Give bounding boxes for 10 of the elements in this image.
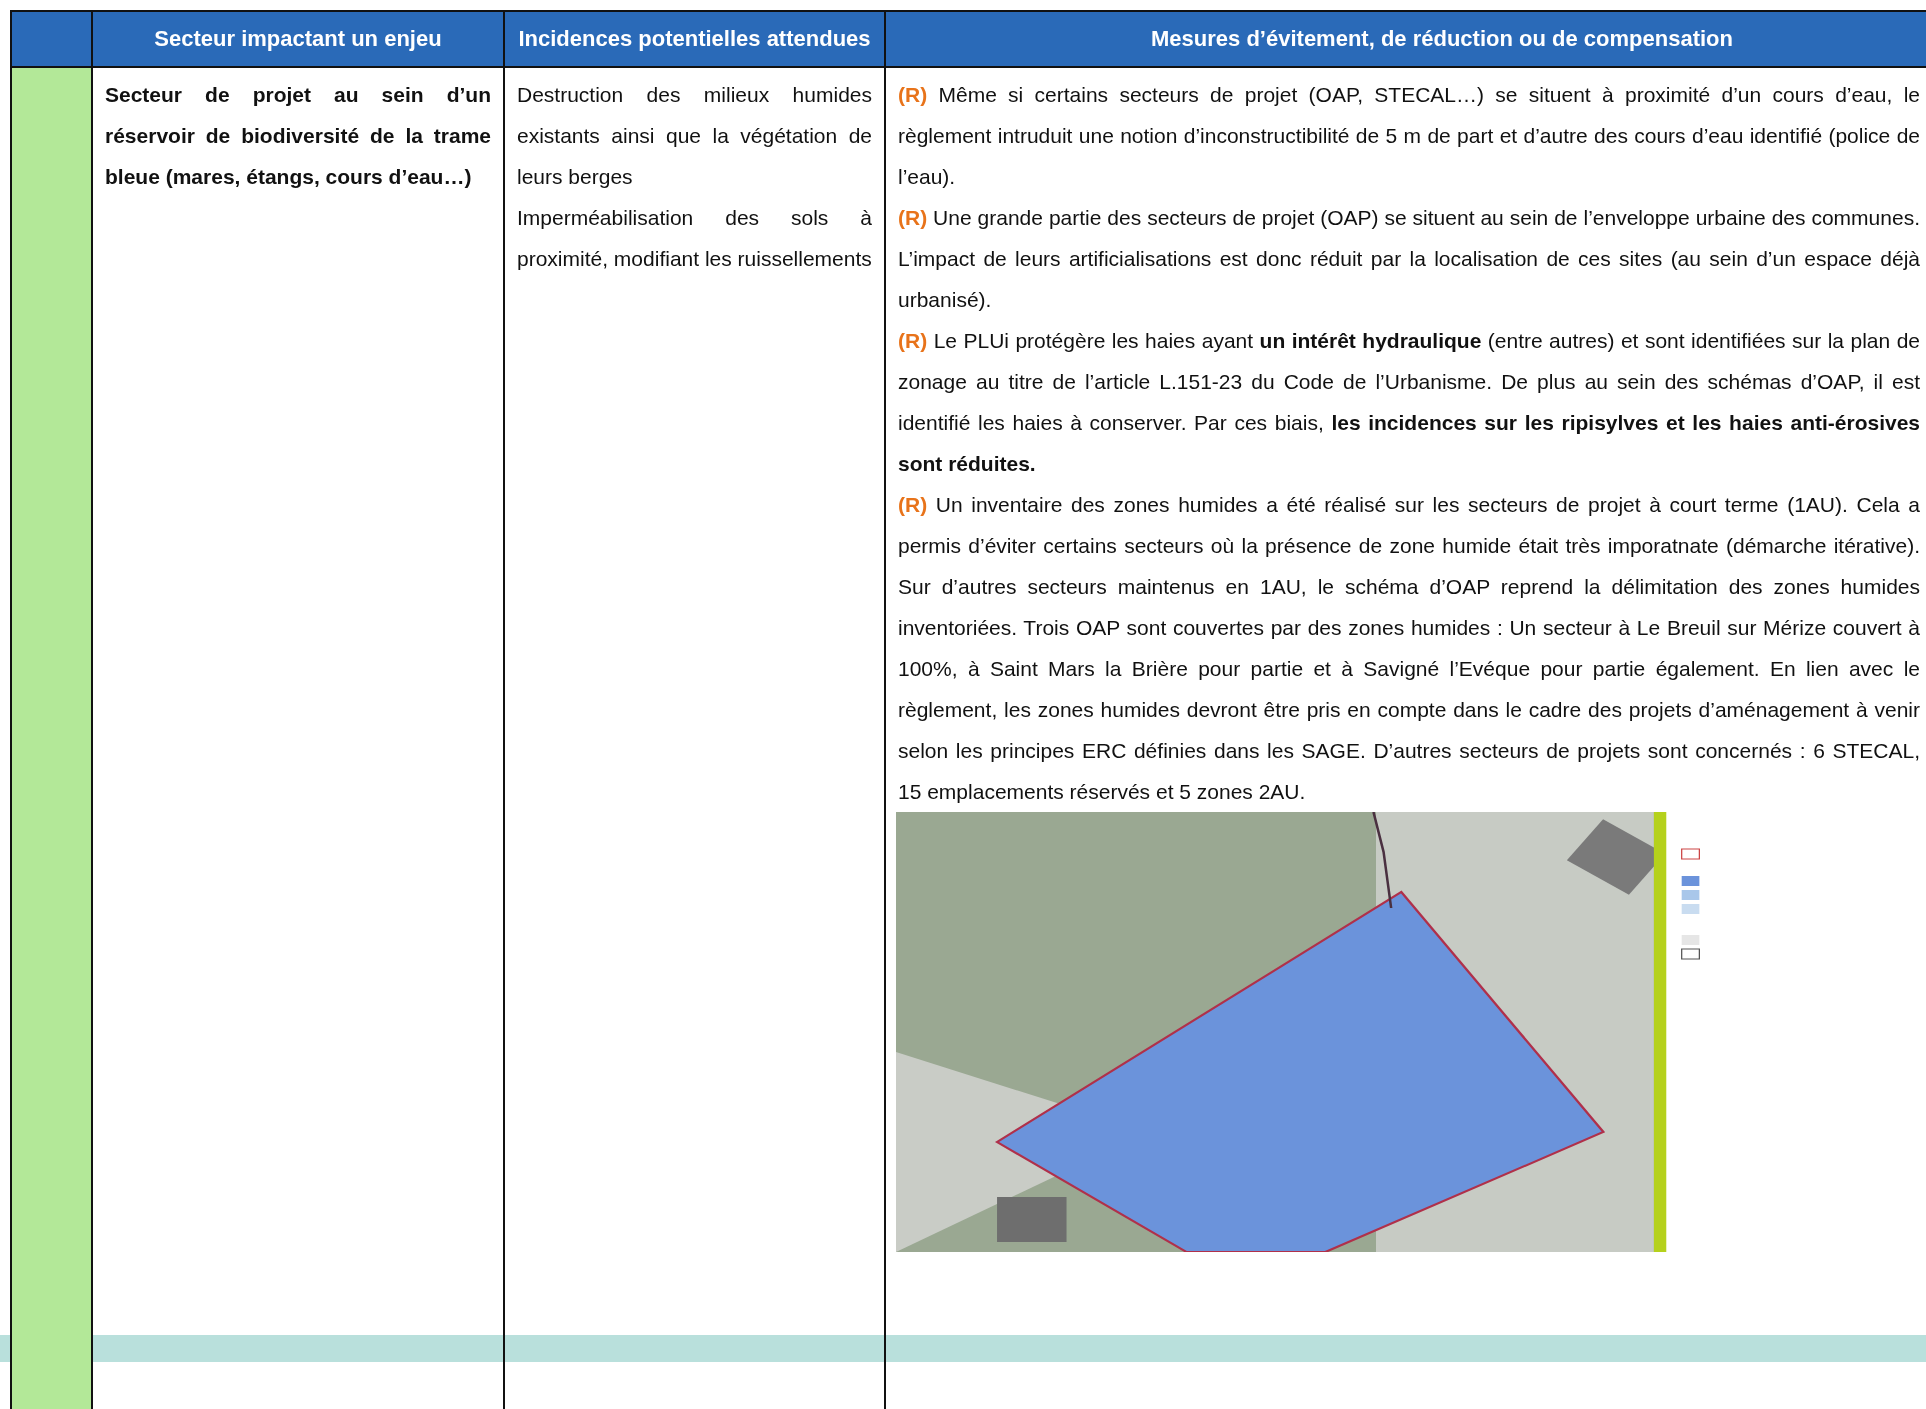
column-header: Secteur impactant un enjeu <box>92 11 504 67</box>
measure-paragraph: (R) Le PLUi protégère les haies ayant un intérêt hydraulique (entre autres) et sont identifiées sur la plan de zonage au titre de l’article L.151-23 du Code de l’Urbanisme. De plus au sein des schémas d’OAP, il est identifié les haies à conserver. Par ces biais, les incidences sur les ripisylves et les haies anti-érosives sont réduites. <box>898 328 1920 477</box>
column-header: Mesures d’évitement, de réduction ou de compensation <box>885 11 1926 67</box>
measure-paragraph: (R) Une grande partie des secteurs de projet (OAP) se situent au sein de l’enveloppe urbaine des communes. L’impact de leurs artificialisations est donc réduit par la localisation de ces sites (au sein d’un espace déjà urbanisé). <box>898 205 1920 313</box>
column-header: Incidences potentielles attendues <box>504 11 885 67</box>
measure-paragraph: (R) Même si certains secteurs de projet (OAP, STECAL…) se situent à proximité d’un cours d’eau, le règlement intruduit une notion d’inconstructibilité de 5 m de part et d’autre des cours d’eau identifié (police de l’eau). <box>898 82 1920 190</box>
impact-text: Imperméabilisation des sols à proximité, modifiant les ruissellements <box>517 205 872 272</box>
table-cell-text: Secteur de projet au sein d’un réservoir de biodiversité de la trame bleue (mares, étangs, cours d’eau…) <box>105 82 491 190</box>
impact-text: Destruction des milieux humides existants ainsi que la végétation de leurs berges <box>517 82 872 190</box>
measure-paragraph: (R) Un inventaire des zones humides a été réalisé sur les secteurs de projet à court terme (1AU). Cela a permis d’éviter certains secteurs où la présence de zone humide était très imporatnate (démarche itérative). Sur d’autres secteurs maintenus en 1AU, le schéma d’OAP reprend la délimitation des zones humides inventoriées. Trois OAP sont couvertes par des zones humides : Un secteur à Le Breuil sur Mérize couvert à 100%, à Saint Mars la Brière pour partie et à Savigné l’Evéque pour partie également. En lien avec le règlement, les zones humides devront être pris en compte dans le cadre des projets d’aménagement à venir selon les principes ERC définies dans les SAGE. D’autres secteurs de projets sont concernés : 6 STECAL, 15 emplacements réservés et 5 zones 2AU. <box>898 492 1920 805</box>
